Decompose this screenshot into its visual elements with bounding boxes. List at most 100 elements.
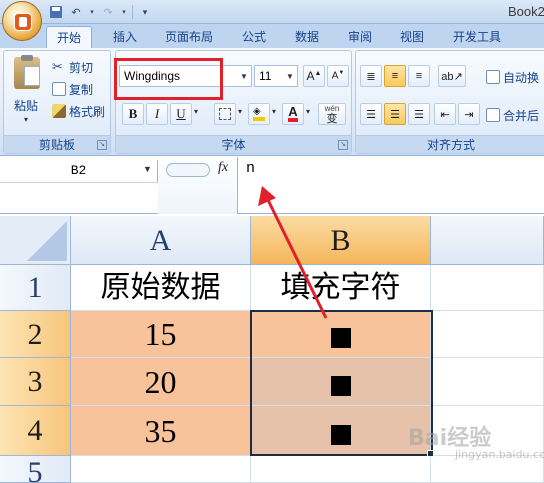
font-launcher-icon[interactable]: ↘ xyxy=(338,140,348,150)
office-button[interactable] xyxy=(2,1,42,41)
qat-separator xyxy=(132,5,133,19)
shrink-font-button[interactable]: A▼ xyxy=(327,65,349,87)
tab-insert[interactable]: 插入 xyxy=(103,26,147,48)
italic-button[interactable]: I xyxy=(146,103,168,125)
font-color-dropdown[interactable]: ▾ xyxy=(306,107,310,116)
decrease-indent-button[interactable]: ⇤ xyxy=(434,103,456,125)
wrap-text-label: 自动换 xyxy=(503,70,540,85)
filled-square-glyph xyxy=(330,327,351,348)
align-top-button[interactable]: ≣ xyxy=(360,65,382,87)
row-header-5[interactable]: 5 xyxy=(0,456,71,483)
borders-button[interactable] xyxy=(214,103,236,125)
paste-button[interactable]: 粘贴 ▾ xyxy=(10,55,44,127)
copy-label: 复制 xyxy=(69,82,94,97)
customize-qat-button[interactable]: ▾ xyxy=(137,4,153,20)
align-top-icon: ≣ xyxy=(366,70,376,83)
tab-page-layout[interactable]: 页面布局 xyxy=(155,26,223,48)
merge-center-button[interactable]: 合并后 xyxy=(486,105,539,125)
borders-dropdown[interactable]: ▾ xyxy=(238,107,242,116)
align-bottom-button[interactable]: ≡ xyxy=(408,65,430,87)
cell-a4[interactable]: 35 xyxy=(71,406,251,456)
phonetic-guide-button[interactable]: wén 变 xyxy=(318,103,346,125)
cell-b1[interactable]: 填充字符 xyxy=(251,265,431,311)
align-center-button[interactable]: ☰ xyxy=(384,103,406,125)
formula-bar-handle[interactable] xyxy=(166,163,210,177)
tab-view[interactable]: 视图 xyxy=(390,26,434,48)
cell-c1[interactable] xyxy=(431,265,544,311)
column-header-c[interactable] xyxy=(431,216,544,265)
select-all-corner[interactable] xyxy=(0,216,71,265)
underline-button[interactable]: U xyxy=(170,103,192,125)
cell-b3[interactable] xyxy=(251,358,431,406)
font-color-icon: A xyxy=(288,105,298,122)
redo-dropdown[interactable]: ▾ xyxy=(120,4,128,20)
column-header-b[interactable]: B xyxy=(251,216,431,265)
brush-icon xyxy=(52,104,66,118)
increase-indent-icon: ⇥ xyxy=(464,108,474,121)
tab-home[interactable]: 开始 xyxy=(46,26,93,49)
cell-b5[interactable] xyxy=(251,456,431,483)
format-painter-button[interactable]: 格式刷 xyxy=(52,101,105,121)
grow-font-icon: A▲ xyxy=(306,69,322,83)
undo-button[interactable]: ↶ xyxy=(68,4,84,20)
column-header-a[interactable]: A xyxy=(71,216,251,265)
align-right-button[interactable]: ☰ xyxy=(408,103,430,125)
alignment-group-label: 对齐方式 xyxy=(356,135,544,153)
copy-icon xyxy=(52,82,66,96)
phonetic-char: 变 xyxy=(326,113,338,125)
row-header-3[interactable]: 3 xyxy=(0,358,71,406)
filled-square-glyph xyxy=(330,375,351,396)
chevron-down-icon: ▼ xyxy=(240,71,248,81)
cut-label: 剪切 xyxy=(69,60,94,75)
align-left-button[interactable]: ☰ xyxy=(360,103,382,125)
undo-dropdown[interactable]: ▾ xyxy=(88,4,96,20)
wrap-text-button[interactable]: 自动换 xyxy=(486,67,539,87)
increase-indent-button[interactable]: ⇥ xyxy=(458,103,480,125)
name-box[interactable]: B2 xyxy=(0,160,158,182)
row-header-1[interactable]: 1 xyxy=(0,265,71,311)
cut-button[interactable]: ✂ 剪切 xyxy=(52,57,93,77)
orientation-button[interactable]: ab↗ xyxy=(438,65,466,87)
fill-color-button[interactable]: ◈ xyxy=(248,103,270,125)
row-header-2[interactable]: 2 xyxy=(0,311,71,358)
scissors-icon: ✂ xyxy=(52,59,63,74)
copy-button[interactable]: 复制 xyxy=(52,79,93,99)
cell-a5[interactable] xyxy=(71,456,251,483)
font-name-highlight-box xyxy=(114,58,223,100)
insert-function-button[interactable]: fx xyxy=(218,160,228,176)
office-logo-icon xyxy=(14,13,32,31)
font-group-label: 字体 xyxy=(116,135,351,153)
decrease-indent-icon: ⇤ xyxy=(440,108,450,121)
grow-font-button[interactable]: A▲ xyxy=(303,65,325,87)
cell-a2[interactable]: 15 xyxy=(71,311,251,358)
align-bottom-icon: ≡ xyxy=(415,70,423,82)
bold-button[interactable]: B xyxy=(122,103,144,125)
name-box-dropdown-icon[interactable]: ▼ xyxy=(143,164,152,174)
wrap-text-icon xyxy=(486,70,500,84)
align-middle-button[interactable]: ≡ xyxy=(384,65,406,87)
redo-button[interactable]: ↷ xyxy=(100,4,116,20)
save-icon xyxy=(50,6,62,18)
underline-dropdown[interactable]: ▾ xyxy=(194,107,198,116)
borders-icon xyxy=(219,108,231,120)
alignment-group: ≣ ≡ ≡ ab↗ 自动换 ☰ ☰ ☰ ⇤ ⇥ 合并后 对齐方式 xyxy=(355,50,544,154)
tab-data[interactable]: 数据 xyxy=(285,26,329,48)
formula-input[interactable]: n xyxy=(246,160,255,177)
font-color-button[interactable]: A xyxy=(282,103,304,125)
cell-c3[interactable] xyxy=(431,358,544,406)
cell-b2[interactable] xyxy=(251,311,431,358)
window-title: Book2 xyxy=(508,4,544,19)
orientation-icon: ab↗ xyxy=(441,70,463,83)
cell-a3[interactable]: 20 xyxy=(71,358,251,406)
clipboard-launcher-icon[interactable]: ↘ xyxy=(97,140,107,150)
tab-developer[interactable]: 开发工具 xyxy=(443,26,511,48)
font-size-combobox[interactable]: 11 ▼ xyxy=(254,65,298,87)
save-button[interactable] xyxy=(48,4,64,20)
cell-a1[interactable]: 原始数据 xyxy=(71,265,251,311)
row-header-4[interactable]: 4 xyxy=(0,406,71,456)
fill-color-dropdown[interactable]: ▾ xyxy=(272,107,276,116)
cell-b4[interactable] xyxy=(251,406,431,456)
tab-review[interactable]: 审阅 xyxy=(338,26,382,48)
cell-c2[interactable] xyxy=(431,311,544,358)
tab-formulas[interactable]: 公式 xyxy=(232,26,276,48)
